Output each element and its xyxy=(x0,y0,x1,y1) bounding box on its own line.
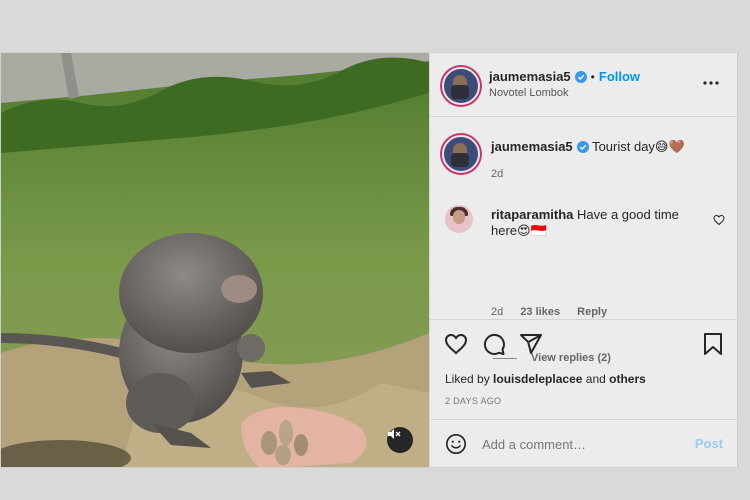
bookmark-icon[interactable] xyxy=(702,332,724,356)
commenter-avatar[interactable] xyxy=(445,205,473,233)
heart-icon[interactable] xyxy=(444,332,468,356)
action-bar: Liked by louisdeleplacee and others 2 DA… xyxy=(430,319,737,421)
commenter-username[interactable]: ritaparamitha xyxy=(491,207,573,222)
share-icon[interactable] xyxy=(519,332,543,356)
separator-dot: • xyxy=(590,70,595,84)
caption-username[interactable]: jaumemasia5 xyxy=(491,139,573,154)
liked-prefix: Liked by xyxy=(445,372,490,386)
mute-button[interactable] xyxy=(387,427,413,453)
comment-body: ritaparamitha Have a good time here😍🇮🇩 xyxy=(491,207,691,239)
post-date[interactable]: 2 DAYS AGO xyxy=(445,396,501,406)
comment-timestamp[interactable]: 2d xyxy=(491,306,503,318)
author-username[interactable]: jaumemasia5 xyxy=(489,69,571,84)
comment-icon[interactable] xyxy=(482,332,506,356)
comment-input[interactable] xyxy=(480,432,684,456)
post-media[interactable] xyxy=(1,53,429,467)
more-options-icon[interactable] xyxy=(703,75,719,91)
liked-by: Liked by louisdeleplacee and others xyxy=(445,372,646,386)
post-sidebar: jaumemasia5 • Follow Novotel Lombok jaumem… xyxy=(429,53,737,467)
author-line: jaumemasia5 • Follow xyxy=(489,69,640,84)
liked-and: and xyxy=(585,372,606,386)
video-frame xyxy=(1,53,429,467)
reply-button[interactable]: Reply xyxy=(577,306,607,318)
comments-section: jaumemasia5 Tourist day😅🤎 2d ritaparamit… xyxy=(430,117,737,364)
caption-text: Tourist day😅🤎 xyxy=(592,139,685,154)
comment-composer: Post xyxy=(430,419,737,467)
liked-by-user[interactable]: louisdeleplacee xyxy=(493,372,582,386)
caption-author-avatar[interactable] xyxy=(442,135,480,173)
comment-meta: 2d 23 likes Reply xyxy=(491,306,621,318)
comment-like-icon[interactable] xyxy=(713,214,725,226)
post-comment-button[interactable]: Post xyxy=(695,436,723,451)
muted-speaker-icon xyxy=(388,429,401,439)
liked-by-others[interactable]: others xyxy=(609,372,646,386)
caption-timestamp[interactable]: 2d xyxy=(491,168,503,180)
instagram-post: jaumemasia5 • Follow Novotel Lombok jaumem… xyxy=(0,52,738,468)
follow-button[interactable]: Follow xyxy=(599,69,640,84)
author-avatar[interactable] xyxy=(442,67,480,105)
caption: jaumemasia5 Tourist day😅🤎 xyxy=(491,139,721,155)
post-header: jaumemasia5 • Follow Novotel Lombok xyxy=(430,53,737,117)
emoji-icon[interactable] xyxy=(445,433,467,455)
verified-badge-icon xyxy=(576,141,589,153)
comment-likes-count[interactable]: 23 likes xyxy=(520,306,560,318)
location-link[interactable]: Novotel Lombok xyxy=(489,87,569,99)
verified-badge-icon xyxy=(574,71,587,83)
